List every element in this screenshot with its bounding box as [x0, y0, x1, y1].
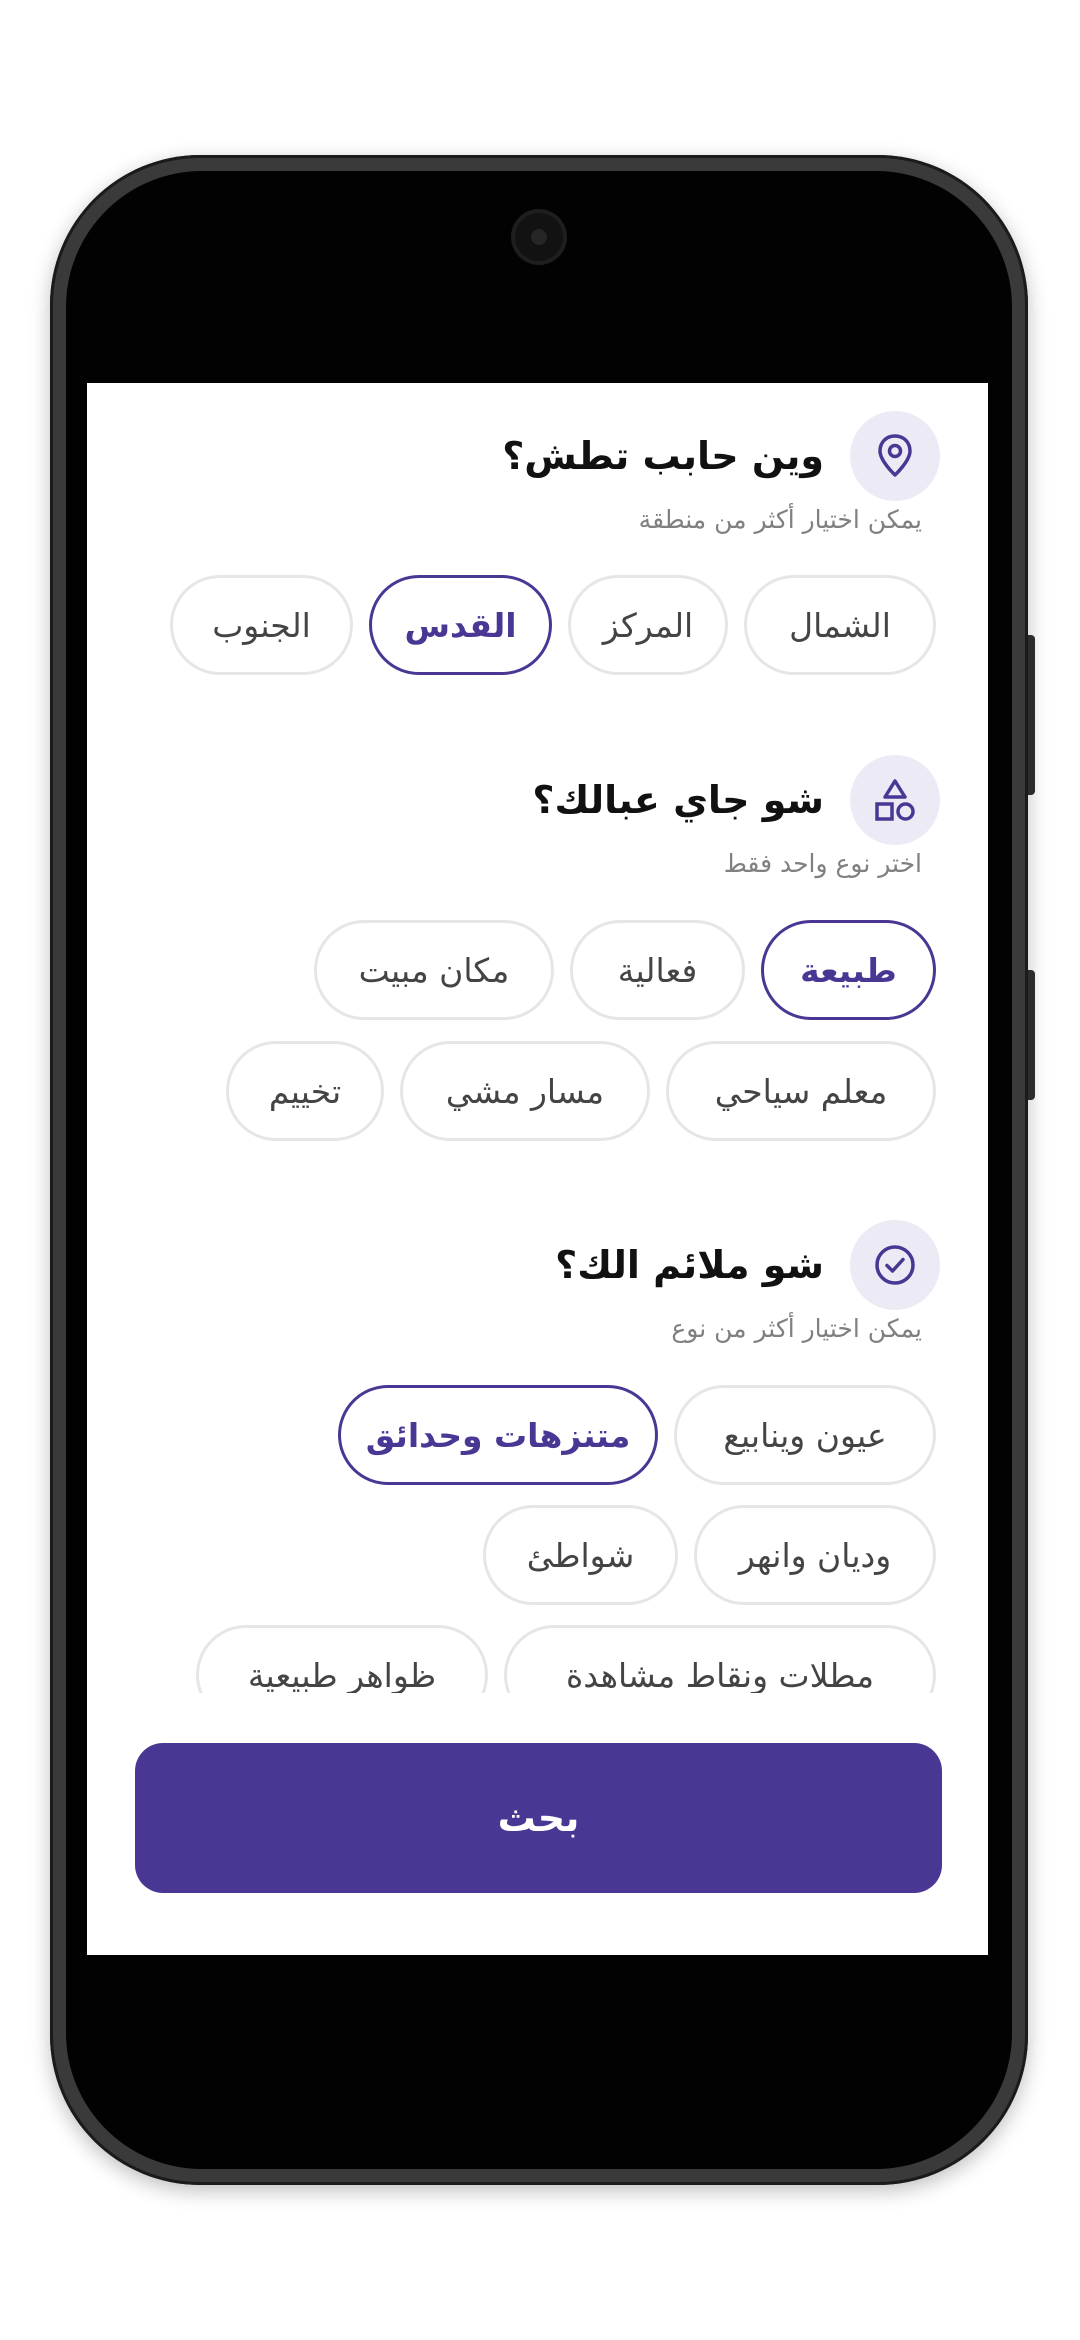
type-chip-nature[interactable]: طبيعة — [761, 920, 936, 1020]
type-chip-trail[interactable]: مسار مشي — [400, 1041, 650, 1141]
region-chip-row: الشمال المركز القدس الجنوب — [154, 575, 936, 675]
suitability-chip-beaches[interactable]: شواطئ — [483, 1505, 678, 1605]
type-chip-landmark[interactable]: معلم سياحي — [666, 1041, 936, 1141]
type-chip-event[interactable]: فعالية — [570, 920, 745, 1020]
region-chip-center[interactable]: المركز — [568, 575, 728, 675]
region-chip-jerusalem[interactable]: القدس — [369, 575, 552, 675]
type-chip-lodging[interactable]: مكان مبيت — [314, 920, 554, 1020]
suitability-chip-parks[interactable]: متنزهات وحدائق — [338, 1385, 658, 1485]
app-screen: وين حابب تطش؟ يمكن اختيار أكثر من منطقة … — [87, 383, 988, 1955]
power-button — [1028, 970, 1035, 1100]
suitability-title: شو ملائم الك؟ — [555, 1243, 824, 1287]
type-subtitle: اختر نوع واحد فقط — [723, 849, 922, 878]
suitability-header: شو ملائم الك؟ — [555, 1220, 940, 1310]
volume-button — [1028, 635, 1035, 795]
location-pin-icon — [850, 411, 940, 501]
region-subtitle: يمكن اختيار أكثر من منطقة — [638, 505, 922, 534]
suitability-chip-row-1: عيون وينابيع متنزهات وحدائق — [322, 1385, 936, 1485]
type-chip-row-2: معلم سياحي مسار مشي تخييم — [210, 1041, 936, 1141]
region-chip-north[interactable]: الشمال — [744, 575, 936, 675]
region-title: وين حابب تطش؟ — [502, 434, 824, 478]
type-chip-camping[interactable]: تخييم — [226, 1041, 384, 1141]
type-title: شو جاي عبالك؟ — [532, 778, 824, 822]
type-header: شو جاي عبالك؟ — [532, 755, 940, 845]
check-circle-icon — [850, 1220, 940, 1310]
suitability-chip-row-2: وديان وانهر شواطئ — [467, 1505, 936, 1605]
suitability-chip-valleys[interactable]: وديان وانهر — [694, 1505, 936, 1605]
type-chip-row-1: طبيعة فعالية مكان مبيت — [298, 920, 936, 1020]
search-button[interactable]: بحث — [135, 1743, 942, 1893]
shapes-icon — [850, 755, 940, 845]
suitability-subtitle: يمكن اختيار أكثر من نوع — [671, 1314, 922, 1343]
front-camera — [515, 213, 563, 261]
region-header: وين حابب تطش؟ — [502, 411, 940, 501]
suitability-chip-springs[interactable]: عيون وينابيع — [674, 1385, 936, 1485]
region-chip-south[interactable]: الجنوب — [170, 575, 353, 675]
